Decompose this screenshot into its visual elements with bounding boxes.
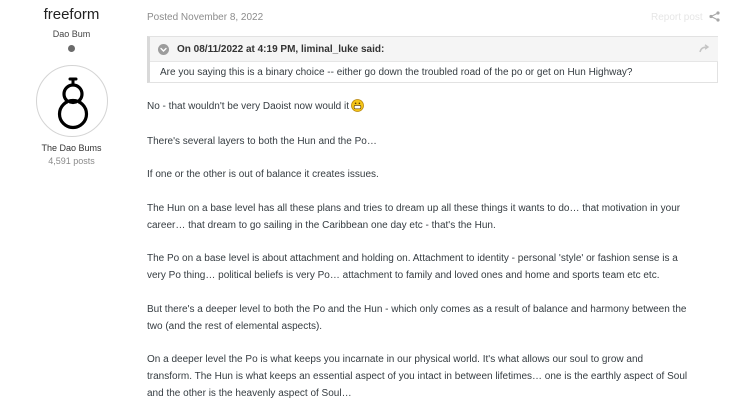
paragraph: The Hun on a base level has all these pl… (147, 200, 717, 234)
gourd-icon (57, 77, 89, 130)
paragraph-line: career… that dream to go sailing in the … (147, 220, 496, 231)
paragraph-line: On a deeper level the Po is what keeps y… (147, 354, 644, 365)
paragraph-line: The Po on a base level is about attachme… (147, 253, 678, 264)
author-post-count[interactable]: 4,591 posts (0, 156, 143, 166)
author-title: Dao Bum (52, 29, 91, 39)
link-arrow-icon[interactable] (698, 43, 710, 55)
author-sidebar: freeform Dao Bum The Dao Bums 4,591 post… (0, 0, 143, 415)
author-username[interactable]: freeform (0, 6, 143, 23)
paragraph-line: No - that wouldn't be very Daoist now wo… (147, 101, 350, 112)
quote-citation: On 08/11/2022 at 4:19 PM, liminal_luke s… (177, 44, 385, 55)
paragraph: There's several layers to both the Hun a… (147, 133, 717, 150)
paragraph-line: But there's a deeper level to both the P… (147, 304, 687, 315)
author-group: The Dao Bums (41, 143, 102, 153)
share-icon[interactable] (709, 11, 720, 22)
paragraph-line: The Hun on a base level has all these pl… (147, 203, 681, 214)
grin-emoji-icon (351, 99, 364, 112)
paragraph: If one or the other is out of balance it… (147, 166, 717, 183)
report-post-link[interactable]: Report post (651, 12, 703, 23)
paragraph-line: There's several layers to both the Hun a… (147, 136, 377, 147)
paragraph: On a deeper level the Po is what keeps y… (147, 351, 717, 402)
paragraph-line: transform. The Hun is what keeps an esse… (147, 371, 688, 382)
paragraph-line: very Po thing… political beliefs is very… (147, 270, 660, 281)
quote-text: Are you saying this is a binary choice -… (160, 67, 633, 78)
avatar[interactable] (36, 65, 108, 137)
paragraph: But there's a deeper level to both the P… (147, 301, 717, 335)
paragraph-line: and the other is the heavenly aspect of … (147, 388, 352, 399)
quote-header: On 08/11/2022 at 4:19 PM, liminal_luke s… (150, 37, 718, 62)
paragraph: The Po on a base level is about attachme… (147, 250, 717, 284)
paragraph-line: If one or the other is out of balance it… (147, 169, 379, 180)
quote-block: On 08/11/2022 at 4:19 PM, liminal_luke s… (147, 36, 718, 83)
status-dot-icon (68, 45, 75, 52)
paragraph-line: two (and the rest of elemental aspects). (147, 321, 323, 332)
post-date[interactable]: Posted November 8, 2022 (147, 12, 263, 23)
chevron-down-icon[interactable] (158, 44, 169, 55)
paragraph: No - that wouldn't be very Daoist now wo… (147, 98, 717, 115)
